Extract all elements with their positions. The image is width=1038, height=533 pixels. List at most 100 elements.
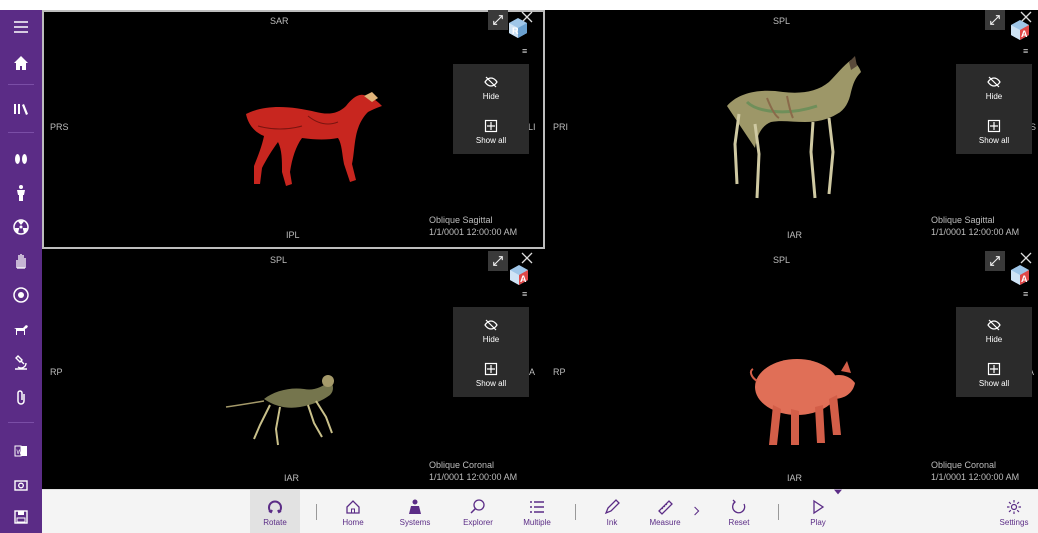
expand-icon[interactable] <box>488 251 508 271</box>
rotate-button[interactable]: Rotate <box>250 490 300 533</box>
view-info: Oblique Coronal 1/1/0001 12:00:00 AM <box>931 459 1019 483</box>
orientation-bottom: IAR <box>787 230 803 240</box>
hide-label: Hide <box>985 92 1003 101</box>
viewport-top-left[interactable]: SAR PRS ALI IPL Oblique Sagittal 1/1/000… <box>42 10 545 249</box>
orientation-cube-icon[interactable]: A <box>1009 18 1031 40</box>
body-icon[interactable] <box>0 176 42 210</box>
hide-label: Hide <box>482 92 500 101</box>
cell-icon[interactable] <box>0 278 42 312</box>
viewport-top-right[interactable]: SPL PRI ALS IAR Oblique Sagittal 1/1/000… <box>547 10 1038 249</box>
app-window: W SAR PRS ALI IPL Oblique Sagittal 1/1/0… <box>0 0 1038 533</box>
multiple-button[interactable]: Multiple <box>512 490 562 533</box>
gear-icon <box>1007 499 1021 514</box>
orientation-top: SAR <box>270 16 289 26</box>
svg-text:A: A <box>1021 29 1028 39</box>
expand-icon[interactable] <box>488 10 508 30</box>
play-label: Play <box>810 517 826 527</box>
measure-button[interactable]: Measure <box>640 490 690 533</box>
hand-icon[interactable] <box>0 244 42 278</box>
show-all-label: Show all <box>978 379 1010 388</box>
cat-skeleton-model[interactable] <box>224 369 344 451</box>
view-name: Oblique Sagittal <box>429 215 493 225</box>
orientation-left: PRI <box>553 122 569 132</box>
hide-button[interactable]: Hide <box>453 68 529 108</box>
view-name: Oblique Sagittal <box>931 215 995 225</box>
sidebar-divider <box>8 84 34 85</box>
show-all-button[interactable]: Show all <box>453 355 529 395</box>
hide-button[interactable]: Hide <box>956 68 1032 108</box>
ink-button[interactable]: Ink <box>592 490 632 533</box>
orientation-cube-icon[interactable]: A <box>508 263 530 285</box>
play-dropdown-button[interactable] <box>832 486 844 500</box>
hide-label: Hide <box>482 335 500 344</box>
hide-eye-icon <box>484 319 498 331</box>
expand-icon[interactable] <box>985 251 1005 271</box>
horse-skeleton-model[interactable] <box>717 54 863 210</box>
radiation-icon[interactable] <box>0 210 42 244</box>
reset-button[interactable]: Reset <box>714 490 764 533</box>
viewport-grid: SAR PRS ALI IPL Oblique Sagittal 1/1/000… <box>42 10 1038 489</box>
multiple-label: Multiple <box>523 517 551 527</box>
paperclip-icon[interactable] <box>0 380 42 414</box>
show-all-button[interactable]: Show all <box>956 112 1032 152</box>
grid-icon <box>987 362 1001 376</box>
show-all-button[interactable]: Show all <box>453 112 529 152</box>
hide-button[interactable]: Hide <box>453 311 529 351</box>
ink-label: Ink <box>606 517 618 527</box>
list-icon[interactable]: ≡ <box>522 46 527 56</box>
measure-expand-button[interactable] <box>690 490 704 533</box>
show-all-button[interactable]: Show all <box>956 355 1032 395</box>
rotate-icon <box>268 500 282 513</box>
chevron-right-icon <box>694 506 700 516</box>
sidebar: W <box>0 10 42 533</box>
svg-text:A: A <box>520 274 527 284</box>
svg-text:A: A <box>1021 274 1028 284</box>
hamburger-menu-icon[interactable] <box>0 10 42 44</box>
orientation-top: SPL <box>270 255 288 265</box>
show-all-label: Show all <box>475 136 507 145</box>
systems-button[interactable]: Systems <box>390 490 440 533</box>
visibility-panel: Hide Show all <box>453 64 529 154</box>
hide-button[interactable]: Hide <box>956 311 1032 351</box>
multiple-list-icon <box>530 500 544 513</box>
dog-icon[interactable] <box>0 312 42 346</box>
view-timestamp: 1/1/0001 12:00:00 AM <box>931 227 1020 237</box>
viewport-bottom-left[interactable]: SPL RP LA IAR Oblique Coronal 1/1/0001 1… <box>42 251 545 489</box>
visibility-panel: Hide Show all <box>956 307 1032 397</box>
microscope-icon[interactable] <box>0 346 42 380</box>
top-strip <box>0 0 1038 10</box>
save-icon[interactable] <box>0 500 42 533</box>
feet-icon[interactable] <box>0 142 42 176</box>
viewport-bottom-right[interactable]: SPL RP LA IAR Oblique Coronal 1/1/0001 1… <box>547 251 1038 489</box>
list-icon[interactable]: ≡ <box>522 289 527 299</box>
list-icon[interactable]: ≡ <box>1023 46 1028 56</box>
orientation-left: PRS <box>50 122 69 132</box>
orientation-cube-icon[interactable]: A <box>1009 263 1031 285</box>
sidebar-divider <box>8 132 34 133</box>
caret-down-icon <box>834 489 842 495</box>
word-icon[interactable]: W <box>0 434 42 468</box>
library-icon[interactable] <box>0 92 42 126</box>
orientation-top: SPL <box>773 16 791 26</box>
view-info: Oblique Coronal 1/1/0001 12:00:00 AM <box>429 459 517 483</box>
expand-icon[interactable] <box>985 10 1005 30</box>
visibility-panel: Hide Show all <box>453 307 529 397</box>
home-icon[interactable] <box>0 46 42 80</box>
systems-icon <box>409 499 421 514</box>
pig-body-model[interactable] <box>745 347 861 453</box>
orientation-cube-icon[interactable]: R <box>507 16 529 38</box>
view-name: Oblique Coronal <box>931 460 997 470</box>
systems-label: Systems <box>399 517 431 527</box>
hide-eye-icon <box>484 76 498 88</box>
search-icon <box>470 498 485 514</box>
show-all-label: Show all <box>475 379 507 388</box>
visibility-panel: Hide Show all <box>956 64 1032 154</box>
camera-icon[interactable] <box>0 468 42 502</box>
explorer-button[interactable]: Explorer <box>452 490 504 533</box>
home-button[interactable]: Home <box>330 490 376 533</box>
settings-button[interactable]: Settings <box>992 490 1036 533</box>
list-icon[interactable]: ≡ <box>1023 289 1028 299</box>
dog-muscles-model[interactable] <box>238 76 384 200</box>
explorer-label: Explorer <box>463 517 493 527</box>
orientation-bottom: IPL <box>286 230 300 240</box>
